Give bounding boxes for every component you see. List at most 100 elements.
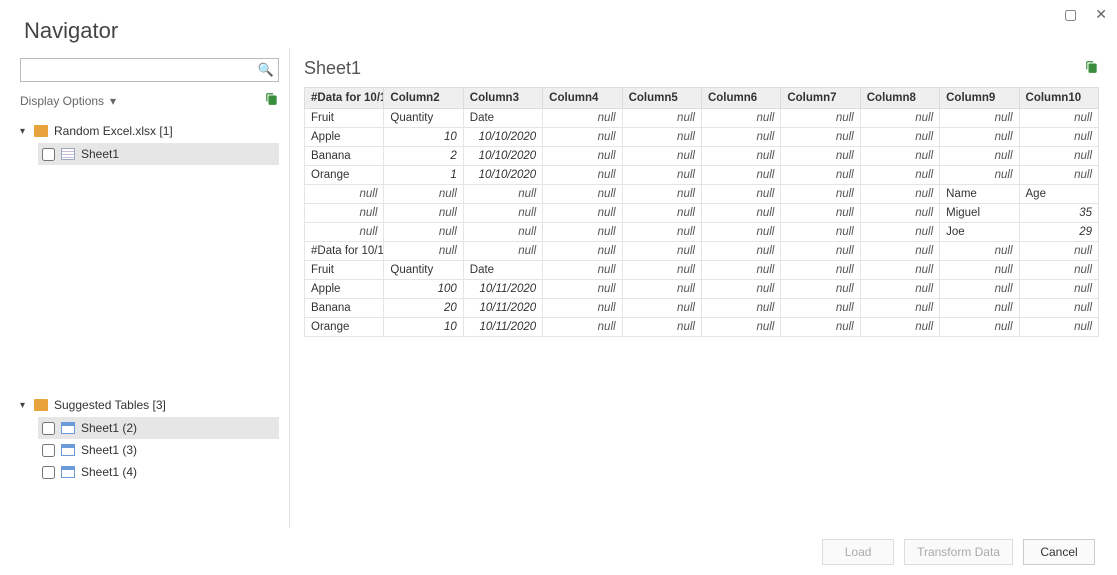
table-cell[interactable]: null	[543, 299, 622, 318]
table-cell[interactable]: 1	[384, 166, 463, 185]
tree-item[interactable]: Sheet1	[38, 143, 279, 165]
table-cell[interactable]: 10/10/2020	[463, 147, 542, 166]
tree-item[interactable]: Sheet1 (3)	[38, 439, 279, 461]
table-cell[interactable]: null	[701, 185, 780, 204]
column-header[interactable]: #Data for 10/10/2020	[305, 88, 384, 109]
search-input[interactable]	[25, 63, 258, 77]
table-cell[interactable]: null	[543, 109, 622, 128]
window-close-icon[interactable]: ✕	[1095, 6, 1107, 23]
table-row[interactable]: Orange1010/11/2020nullnullnullnullnullnu…	[305, 318, 1099, 337]
table-cell[interactable]: Fruit	[305, 109, 384, 128]
table-cell[interactable]: null	[701, 147, 780, 166]
table-cell[interactable]: null	[384, 223, 463, 242]
table-row[interactable]: FruitQuantityDatenullnullnullnullnullnul…	[305, 109, 1099, 128]
column-header[interactable]: Column4	[543, 88, 622, 109]
table-cell[interactable]: null	[940, 147, 1019, 166]
table-cell[interactable]: null	[622, 166, 701, 185]
table-cell[interactable]: null	[860, 204, 939, 223]
table-cell[interactable]: #Data for 10/11/2020	[305, 242, 384, 261]
table-cell[interactable]: null	[305, 204, 384, 223]
column-header[interactable]: Column9	[940, 88, 1019, 109]
table-cell[interactable]: null	[940, 109, 1019, 128]
table-cell[interactable]: null	[463, 242, 542, 261]
table-cell[interactable]: null	[860, 185, 939, 204]
table-cell[interactable]: null	[781, 204, 860, 223]
table-cell[interactable]: null	[384, 204, 463, 223]
table-cell[interactable]: Quantity	[384, 109, 463, 128]
table-cell[interactable]: null	[781, 166, 860, 185]
window-restore-icon[interactable]: ▢	[1064, 6, 1077, 23]
table-cell[interactable]: null	[781, 261, 860, 280]
table-cell[interactable]: null	[622, 204, 701, 223]
table-cell[interactable]: null	[940, 280, 1019, 299]
table-cell[interactable]: null	[384, 242, 463, 261]
table-cell[interactable]: 20	[384, 299, 463, 318]
table-cell[interactable]: 100	[384, 280, 463, 299]
table-cell[interactable]: Orange	[305, 166, 384, 185]
table-cell[interactable]: null	[622, 128, 701, 147]
table-cell[interactable]: null	[701, 204, 780, 223]
preview-action-icon[interactable]	[1085, 60, 1099, 77]
table-cell[interactable]: Name	[940, 185, 1019, 204]
tree-group-header[interactable]: ▾Random Excel.xlsx [1]	[20, 121, 279, 141]
table-cell[interactable]: Banana	[305, 147, 384, 166]
table-cell[interactable]: null	[384, 185, 463, 204]
table-cell[interactable]: null	[701, 318, 780, 337]
table-cell[interactable]: null	[1019, 128, 1098, 147]
table-cell[interactable]: null	[463, 185, 542, 204]
table-cell[interactable]: null	[622, 185, 701, 204]
table-row[interactable]: Apple1010/10/2020nullnullnullnullnullnul…	[305, 128, 1099, 147]
table-row[interactable]: nullnullnullnullnullnullnullnullMiguel35	[305, 204, 1099, 223]
table-row[interactable]: nullnullnullnullnullnullnullnullJoe29	[305, 223, 1099, 242]
table-cell[interactable]: 10/10/2020	[463, 166, 542, 185]
column-header[interactable]: Column10	[1019, 88, 1098, 109]
table-cell[interactable]: null	[781, 109, 860, 128]
tree-group-header[interactable]: ▾Suggested Tables [3]	[20, 395, 279, 415]
table-cell[interactable]: null	[1019, 166, 1098, 185]
load-button[interactable]: Load	[822, 539, 894, 565]
column-header[interactable]: Column6	[701, 88, 780, 109]
table-row[interactable]: Orange110/10/2020nullnullnullnullnullnul…	[305, 166, 1099, 185]
column-header[interactable]: Column2	[384, 88, 463, 109]
table-cell[interactable]: null	[701, 109, 780, 128]
column-header[interactable]: Column3	[463, 88, 542, 109]
table-cell[interactable]: null	[622, 299, 701, 318]
table-cell[interactable]: null	[701, 128, 780, 147]
tree-item[interactable]: Sheet1 (2)	[38, 417, 279, 439]
table-cell[interactable]: Joe	[940, 223, 1019, 242]
table-cell[interactable]: null	[305, 185, 384, 204]
table-cell[interactable]: null	[622, 147, 701, 166]
cancel-button[interactable]: Cancel	[1023, 539, 1095, 565]
table-cell[interactable]: null	[860, 261, 939, 280]
table-cell[interactable]: null	[1019, 280, 1098, 299]
table-cell[interactable]: null	[860, 166, 939, 185]
table-cell[interactable]: null	[701, 299, 780, 318]
table-cell[interactable]: 10/11/2020	[463, 299, 542, 318]
table-cell[interactable]: 10	[384, 318, 463, 337]
table-row[interactable]: FruitQuantityDatenullnullnullnullnullnul…	[305, 261, 1099, 280]
table-cell[interactable]: null	[781, 242, 860, 261]
table-cell[interactable]: null	[860, 318, 939, 337]
table-row[interactable]: #Data for 10/11/2020nullnullnullnullnull…	[305, 242, 1099, 261]
table-cell[interactable]: null	[701, 242, 780, 261]
table-cell[interactable]: null	[860, 299, 939, 318]
table-cell[interactable]: null	[622, 223, 701, 242]
table-cell[interactable]: null	[1019, 261, 1098, 280]
table-cell[interactable]: Fruit	[305, 261, 384, 280]
table-cell[interactable]: Apple	[305, 128, 384, 147]
table-cell[interactable]: Date	[463, 109, 542, 128]
table-cell[interactable]: Apple	[305, 280, 384, 299]
table-cell[interactable]: null	[543, 204, 622, 223]
table-cell[interactable]: null	[543, 166, 622, 185]
table-cell[interactable]: null	[1019, 109, 1098, 128]
table-cell[interactable]: null	[860, 147, 939, 166]
table-cell[interactable]: null	[781, 280, 860, 299]
table-cell[interactable]: Miguel	[940, 204, 1019, 223]
table-cell[interactable]: null	[940, 128, 1019, 147]
table-cell[interactable]: null	[543, 280, 622, 299]
table-cell[interactable]: null	[860, 223, 939, 242]
display-options-dropdown[interactable]: Display Options ▾	[20, 94, 116, 108]
table-row[interactable]: Banana2010/11/2020nullnullnullnullnullnu…	[305, 299, 1099, 318]
table-cell[interactable]: null	[543, 147, 622, 166]
table-cell[interactable]: Banana	[305, 299, 384, 318]
